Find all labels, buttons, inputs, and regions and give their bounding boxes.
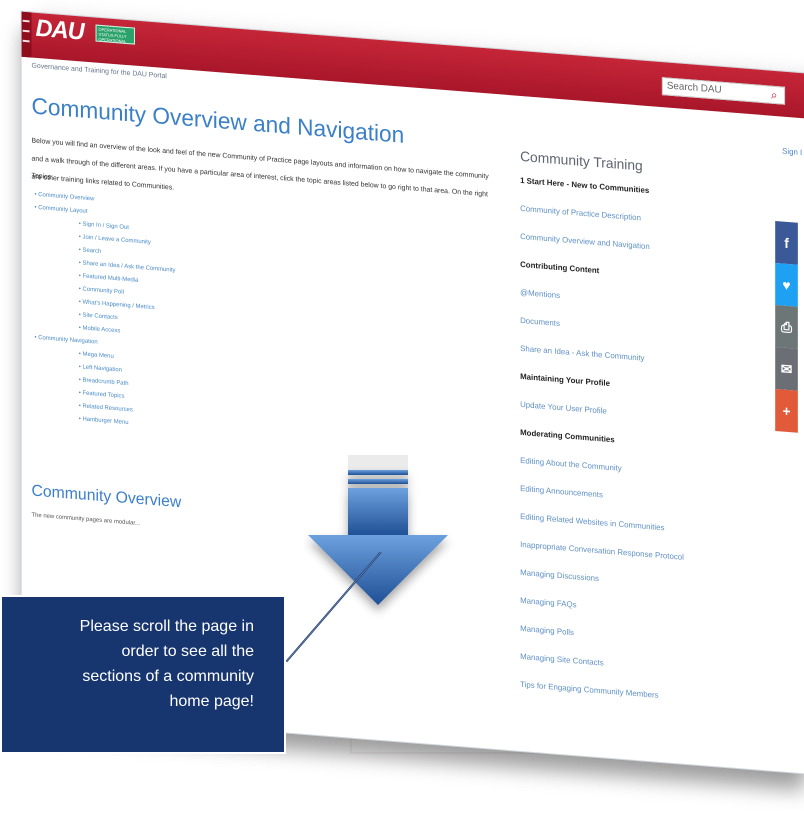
hamburger-menu[interactable] — [21, 11, 32, 58]
section-title: Community Overview — [31, 482, 182, 512]
sign-in-link[interactable]: Sign I — [782, 147, 802, 158]
status-badge: OPERATIONAL STATUS FULLY OPERATIONAL — [95, 24, 135, 45]
community-training-sidebar: Community Training 1 Start Here - New to… — [520, 141, 684, 715]
dau-logo[interactable]: DAU — [35, 15, 92, 46]
callout-text: Please scroll the page in order to see a… — [79, 618, 254, 710]
plus-icon[interactable]: + — [775, 389, 798, 433]
topics-list: Community OverviewCommunity LayoutSign I… — [32, 188, 209, 436]
email-icon[interactable]: ✉ — [775, 347, 798, 391]
twitter-icon[interactable]: ♥ — [775, 263, 798, 307]
callout-pointer — [286, 552, 382, 662]
menu-line-icon — [22, 19, 30, 23]
search-icon[interactable]: ⌕ — [765, 85, 783, 104]
section-text: The new community pages are modular... — [31, 512, 140, 528]
scroll-instruction-callout: Please scroll the page in order to see a… — [0, 595, 286, 754]
facebook-icon[interactable]: f — [775, 221, 798, 265]
menu-line-icon — [22, 29, 30, 33]
social-share-bar: f ♥ ⎙ ✉ + — [775, 221, 798, 433]
print-icon[interactable]: ⎙ — [775, 305, 798, 349]
menu-line-icon — [22, 39, 30, 43]
